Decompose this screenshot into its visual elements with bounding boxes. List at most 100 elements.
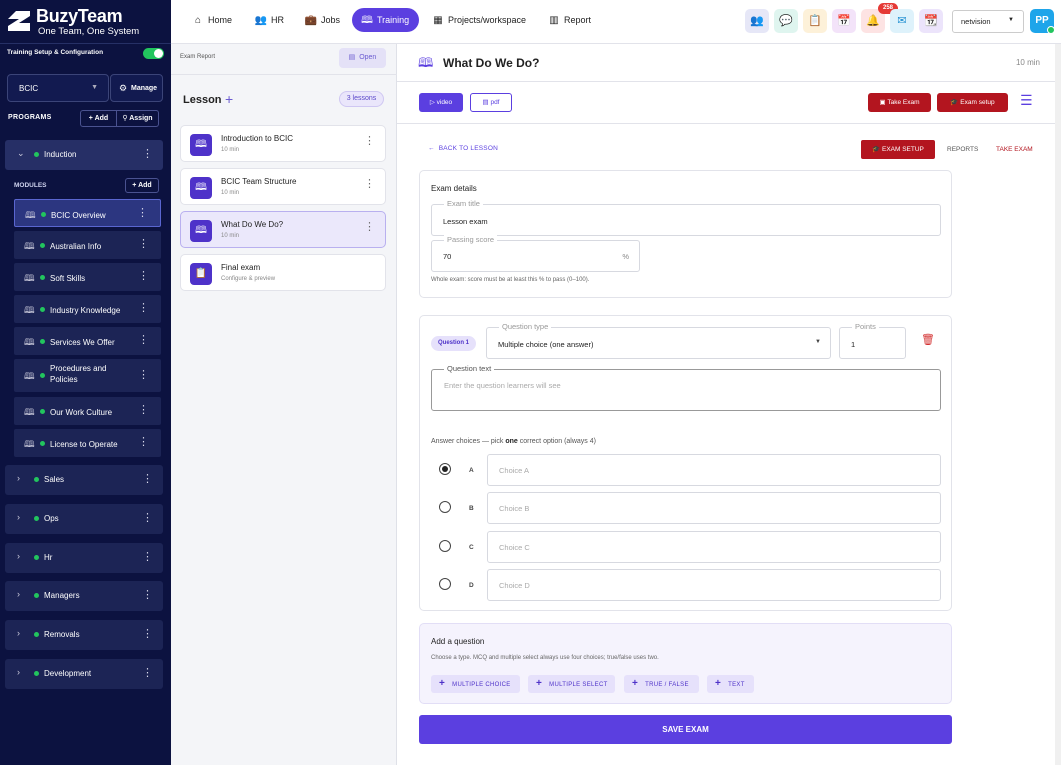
question-type-select[interactable]: Question type Multiple choice (one answe…: [486, 322, 831, 359]
choice-input[interactable]: Choice D: [487, 569, 941, 601]
nav-home[interactable]: ⌂ Home: [191, 8, 232, 32]
module-label: BCIC Overview: [51, 211, 106, 220]
passing-score-field[interactable]: Passing score 70 %: [431, 235, 640, 272]
more-vertical-icon[interactable]: ⋮: [138, 237, 149, 250]
more-vertical-icon[interactable]: ⋮: [142, 472, 153, 485]
choice-radio[interactable]: [439, 463, 451, 475]
more-vertical-icon[interactable]: ⋮: [138, 368, 149, 381]
field-placeholder: Choice C: [499, 543, 530, 552]
add-module-button[interactable]: + Add: [125, 178, 159, 193]
choice-radio[interactable]: [439, 540, 451, 552]
program-item[interactable]: › Sales ⋮: [5, 465, 163, 495]
program-item[interactable]: › Hr ⋮: [5, 543, 163, 573]
assign-program-button[interactable]: ⚲ Assign: [117, 110, 159, 127]
trash-icon[interactable]: 🗑: [921, 333, 935, 346]
nav-report[interactable]: ▥ Report: [547, 8, 591, 32]
clipboard-icon[interactable]: 📋: [803, 9, 827, 33]
module-item[interactable]: 🕮 BCIC Overview ⋮: [14, 199, 161, 227]
menu-icon[interactable]: ☰: [1020, 92, 1033, 109]
more-vertical-icon[interactable]: ⋮: [142, 550, 153, 563]
program-induction[interactable]: ⌄ Induction ⋮: [5, 140, 163, 170]
program-item[interactable]: › Ops ⋮: [5, 504, 163, 534]
org-select[interactable]: BCIC ▼: [7, 74, 109, 102]
module-item[interactable]: 🕮 Services We Offer ⋮: [14, 327, 161, 355]
more-vertical-icon[interactable]: ⋮: [142, 666, 153, 679]
take-exam-button[interactable]: ▣ Take Exam: [868, 93, 931, 112]
lesson-card[interactable]: 🕮 BCIC Team Structure 10 min ⋮: [180, 168, 386, 205]
program-item[interactable]: › Managers ⋮: [5, 581, 163, 611]
more-vertical-icon[interactable]: ⋮: [138, 435, 149, 448]
tab-take-exam[interactable]: TAKE EXAM: [996, 146, 1033, 153]
calendar-alt-icon[interactable]: 📆: [919, 9, 943, 33]
more-vertical-icon[interactable]: ⋮: [138, 269, 149, 282]
exam-setup-button[interactable]: 🎓 Exam setup: [937, 93, 1008, 112]
brand-logo[interactable]: BuzyTeam One Team, One System: [6, 6, 146, 38]
field-value: Multiple choice (one answer): [498, 340, 594, 349]
scrollbar[interactable]: [1055, 44, 1061, 765]
module-item[interactable]: 🕮 License to Operate ⋮: [14, 429, 161, 457]
more-vertical-icon[interactable]: ⋮: [142, 147, 153, 160]
more-vertical-icon[interactable]: ⋮: [364, 220, 375, 233]
module-item[interactable]: 🕮 Australian Info ⋮: [14, 231, 161, 259]
choice-radio[interactable]: [439, 501, 451, 513]
nav-training[interactable]: 🕮 Training: [352, 8, 420, 32]
module-item[interactable]: 🕮 Our Work Culture ⋮: [14, 397, 161, 425]
more-vertical-icon[interactable]: ⋮: [142, 511, 153, 524]
program-label: Ops: [44, 514, 59, 523]
program-item[interactable]: › Development ⋮: [5, 659, 163, 689]
nav-label: Projects/workspace: [448, 15, 527, 25]
nav-hr[interactable]: 👥 HR: [254, 8, 284, 32]
program-label: Sales: [44, 475, 65, 484]
more-vertical-icon[interactable]: ⋮: [364, 134, 375, 147]
lesson-card[interactable]: 🕮 Introduction to BCIC 10 min ⋮: [180, 125, 386, 162]
add-true-false-button[interactable]: + TRUE / FALSE: [624, 675, 699, 693]
chevron-right-icon: ›: [17, 589, 20, 599]
calendar-icon[interactable]: 📅: [832, 9, 856, 33]
exam-title-field[interactable]: Exam title Lesson exam: [431, 199, 941, 236]
points-field[interactable]: Points 1: [839, 322, 906, 359]
module-item[interactable]: 🕮 Procedures and Policies ⋮: [14, 359, 161, 392]
training-setup-toggle[interactable]: [143, 48, 164, 59]
module-item[interactable]: 🕮 Industry Knowledge ⋮: [14, 295, 161, 323]
tab-exam-setup[interactable]: 🎓 EXAM SETUP: [861, 140, 935, 159]
more-vertical-icon[interactable]: ⋮: [364, 177, 375, 190]
field-placeholder: Choice B: [499, 504, 530, 513]
add-multiple-choice-button[interactable]: + MULTIPLE CHOICE: [431, 675, 520, 693]
nav-label: HR: [271, 15, 284, 25]
workspace-select[interactable]: netvision ▼: [952, 10, 1024, 33]
lesson-card[interactable]: 🕮 What Do We Do? 10 min ⋮: [180, 211, 386, 248]
save-exam-button[interactable]: SAVE EXAM: [419, 715, 952, 744]
chat-icon[interactable]: 💬: [774, 9, 798, 33]
more-vertical-icon[interactable]: ⋮: [142, 588, 153, 601]
add-program-button[interactable]: + Add: [80, 110, 117, 127]
manage-button[interactable]: ⚙ Manage: [110, 74, 163, 102]
choice-input[interactable]: Choice C: [487, 531, 941, 563]
video-button[interactable]: ▷ video: [419, 93, 463, 112]
add-text-button[interactable]: + TEXT: [707, 675, 754, 693]
choice-input[interactable]: Choice B: [487, 492, 941, 524]
module-item[interactable]: 🕮 Soft Skills ⋮: [14, 263, 161, 291]
question-text-field[interactable]: Question text Enter the question learner…: [431, 364, 941, 411]
pdf-button[interactable]: ▤ pdf: [470, 93, 512, 112]
add-lesson-button[interactable]: +: [225, 91, 233, 107]
lesson-card[interactable]: 📋 Final exam Configure & preview: [180, 254, 386, 291]
more-vertical-icon[interactable]: ⋮: [138, 403, 149, 416]
more-vertical-icon[interactable]: ⋮: [138, 301, 149, 314]
program-item[interactable]: › Removals ⋮: [5, 620, 163, 650]
open-button[interactable]: ▤ Open: [339, 48, 386, 68]
choice-input[interactable]: Choice A: [487, 454, 941, 486]
nav-projects[interactable]: ▦ Projects/workspace: [431, 8, 526, 32]
choice-radio[interactable]: [439, 578, 451, 590]
more-vertical-icon[interactable]: ⋮: [138, 333, 149, 346]
tab-reports[interactable]: REPORTS: [947, 146, 978, 153]
team-icon[interactable]: 👥: [745, 9, 769, 33]
status-dot: [34, 593, 39, 598]
more-vertical-icon[interactable]: ⋮: [142, 627, 153, 640]
more-vertical-icon[interactable]: ⋮: [137, 206, 148, 219]
button-label: TRUE / FALSE: [645, 682, 689, 688]
add-multiple-select-button[interactable]: + MULTIPLE SELECT: [528, 675, 615, 693]
mail-icon[interactable]: ✉: [890, 9, 914, 33]
back-to-lesson-link[interactable]: ← BACK TO LESSON: [428, 145, 498, 152]
nav-jobs[interactable]: 💼 Jobs: [304, 8, 340, 32]
arrow-left-icon: ←: [428, 145, 435, 152]
